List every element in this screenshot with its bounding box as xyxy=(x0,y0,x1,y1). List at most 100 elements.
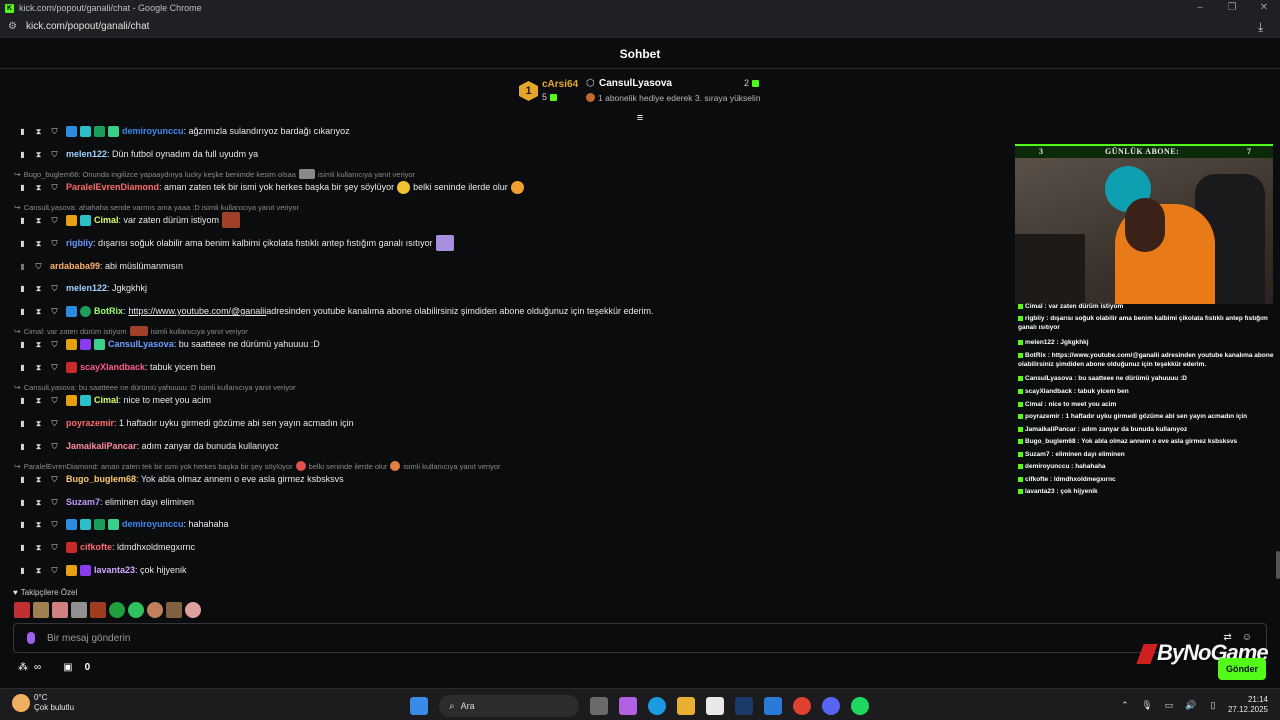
mail-icon[interactable] xyxy=(764,697,782,715)
shield-icon[interactable]: ⛉ xyxy=(50,307,59,316)
timeout-icon[interactable]: ⧗ xyxy=(34,340,43,349)
weather-widget[interactable]: 0°C Çok bulutlu xyxy=(12,693,74,713)
chat-message[interactable]: ▮ ⧗ ⛉ ParalelEvrenDiamond : aman zaten t… xyxy=(0,177,1010,197)
chat-message[interactable]: ▮ ⧗ ⛉ Cimal : var zaten dürüm istiyom xyxy=(0,210,1010,230)
discord-icon[interactable] xyxy=(822,697,840,715)
chat-message[interactable]: ▮ ⧗ ⛉ cifkofte : ldmdhxoldmegxırnc xyxy=(0,537,1010,557)
username[interactable]: BotRix xyxy=(94,306,123,316)
copilot-icon[interactable] xyxy=(619,697,637,715)
username[interactable]: demiroyunccu xyxy=(122,126,184,136)
chat-message[interactable]: ▮ ⧗ ⛉ demiroyunccu : hahahaha xyxy=(0,514,1010,534)
edge-icon[interactable] xyxy=(648,697,666,715)
emote-icon[interactable] xyxy=(109,602,125,618)
chat-message[interactable]: ▮ ⧗ ⛉ melen122 : Jgkgkhkj xyxy=(0,278,1010,298)
timeout-icon[interactable]: ⧗ xyxy=(34,239,43,248)
pin-icon[interactable]: ▮ xyxy=(18,419,27,428)
chat-message[interactable]: ▮ ⧗ ⛉ Bugo_buglem68 : Yok abla olmaz ann… xyxy=(0,469,1010,489)
message-input-box[interactable]: ⇄ ☺ xyxy=(13,623,1267,653)
timeout-icon[interactable]: ⧗ xyxy=(34,442,43,451)
pin-icon[interactable]: ▮ xyxy=(18,150,27,159)
chat-message[interactable]: ▮ ⧗ ⛉ demiroyunccu : ağzımızla sulandırı… xyxy=(0,121,1010,141)
shield-icon[interactable]: ⛉ xyxy=(50,216,59,225)
timeout-icon[interactable]: ⧗ xyxy=(34,475,43,484)
username[interactable]: ardababa99 xyxy=(50,261,100,271)
windows-start-icon[interactable] xyxy=(410,697,428,715)
send-button[interactable]: Gönder xyxy=(1218,658,1266,680)
timeout-icon[interactable]: ⧗ xyxy=(34,396,43,405)
close-icon[interactable]: ✕ xyxy=(1248,0,1280,16)
timeout-icon[interactable]: ⧗ xyxy=(34,216,43,225)
pin-icon[interactable]: ▮ xyxy=(18,127,27,136)
battery-icon[interactable]: ▯ xyxy=(1206,698,1220,712)
chat-message[interactable]: ▮ ⧗ ⛉ scayXlandback : tabuk yicem ben xyxy=(0,357,1010,377)
username[interactable]: scayXlandback xyxy=(80,362,145,372)
pin-icon[interactable]: ▮ xyxy=(18,363,27,372)
emote-icon[interactable] xyxy=(166,602,182,618)
shield-icon[interactable]: ⛉ xyxy=(50,520,59,529)
pin-icon[interactable]: ▮ xyxy=(18,475,27,484)
username[interactable]: demiroyunccu xyxy=(122,519,184,529)
microphone-icon[interactable] xyxy=(27,632,35,644)
chat-message[interactable]: ▮ ⧗ ⛉ lavanta23 : çok hijyenik xyxy=(0,560,1010,580)
username[interactable]: CansulLyasova xyxy=(108,339,174,349)
pin-icon[interactable]: ▮ xyxy=(18,396,27,405)
shield-icon[interactable]: ⛉ xyxy=(50,442,59,451)
username[interactable]: Suzam7 xyxy=(66,497,100,507)
shield-icon[interactable]: ⛉ xyxy=(50,396,59,405)
shield-icon[interactable]: ⛉ xyxy=(50,498,59,507)
points-icon[interactable]: ⁂ xyxy=(18,662,28,673)
shield-icon[interactable]: ⛉ xyxy=(50,239,59,248)
emote-icon[interactable] xyxy=(90,602,106,618)
store-icon[interactable] xyxy=(706,697,724,715)
username[interactable]: lavanta23 xyxy=(94,565,135,575)
chat-messages[interactable]: ▮ ⧗ ⛉ demiroyunccu : ağzımızla sulandırı… xyxy=(0,120,1010,590)
pin-icon[interactable]: ▮ xyxy=(18,239,27,248)
timeout-icon[interactable]: ⧗ xyxy=(34,284,43,293)
spotify-icon[interactable] xyxy=(851,697,869,715)
timeout-icon[interactable]: ⧗ xyxy=(34,150,43,159)
chrome-icon[interactable] xyxy=(793,697,811,715)
gifter-name[interactable]: CansulLyasova xyxy=(599,78,672,89)
download-icon[interactable]: ⤓ xyxy=(1258,20,1272,34)
username[interactable]: melen122 xyxy=(66,283,107,293)
taskbar-search[interactable]: ⌕ Ara xyxy=(439,695,579,717)
scrollbar-thumb[interactable] xyxy=(1276,551,1280,579)
chat-message[interactable]: ▮ ⧗ ⛉ Cimal : nice to meet you acim xyxy=(0,390,1010,410)
steam-icon[interactable] xyxy=(735,697,753,715)
username[interactable]: Cimal xyxy=(94,215,119,225)
chat-message[interactable]: ▮ ⧗ ⛉ melen122 : Dün futbol oynadım da f… xyxy=(0,144,1010,164)
emote-icon[interactable] xyxy=(33,602,49,618)
timeout-icon[interactable]: ⧗ xyxy=(34,183,43,192)
timeout-icon[interactable]: ⧗ xyxy=(34,520,43,529)
chat-message[interactable]: ▮ ⧗ ⛉ poyrazemir : 1 haftadır uyku girme… xyxy=(0,413,1010,433)
timeout-icon[interactable]: ⧗ xyxy=(34,419,43,428)
emote-icon[interactable] xyxy=(71,602,87,618)
gift-leaderboard[interactable]: 1 cArsi64 5 ⬡ CansulLyasova 2 1 abonelik… xyxy=(0,70,1280,124)
username[interactable]: poyrazemir xyxy=(66,418,114,428)
shield-icon[interactable]: ⛉ xyxy=(50,284,59,293)
shield-icon[interactable]: ⛉ xyxy=(34,262,43,271)
chat-message[interactable]: ▮ ⧗ ⛉ rigbiiy : dışarısı soğuk olabilir … xyxy=(0,233,1010,253)
url-bar[interactable]: ⚙ kick.com/popout/ganali/chat ⤓ xyxy=(0,16,1280,38)
shield-icon[interactable]: ⛉ xyxy=(50,475,59,484)
timeout-icon[interactable]: ⧗ xyxy=(34,363,43,372)
timeout-icon[interactable]: ⧗ xyxy=(34,566,43,575)
pin-icon[interactable]: ▮ xyxy=(18,284,27,293)
username[interactable]: cifkofte xyxy=(80,542,112,552)
username[interactable]: rigbiiy xyxy=(66,238,93,248)
pin-icon[interactable]: ▮ xyxy=(18,442,27,451)
gift-box-icon[interactable]: ▣ xyxy=(63,662,72,673)
emote-bar[interactable] xyxy=(14,602,204,618)
file-explorer-icon[interactable] xyxy=(677,697,695,715)
pin-icon[interactable]: ▮ xyxy=(18,566,27,575)
chat-message[interactable]: ▮ ⧗ ⛉ Suzam7 : eliminen dayı eliminen xyxy=(0,492,1010,512)
minimize-icon[interactable]: – xyxy=(1184,0,1216,16)
timeout-icon[interactable]: ⧗ xyxy=(34,498,43,507)
shield-icon[interactable]: ⛉ xyxy=(50,363,59,372)
site-info-icon[interactable]: ⚙ xyxy=(8,21,20,33)
shield-icon[interactable]: ⛉ xyxy=(50,183,59,192)
shield-icon[interactable]: ⛉ xyxy=(50,340,59,349)
chat-message[interactable]: ▮ ⧗ ⛉ JamaikaliPancar : adım zanyar da b… xyxy=(0,436,1010,456)
emote-icon[interactable] xyxy=(14,602,30,618)
emote-icon[interactable] xyxy=(52,602,68,618)
